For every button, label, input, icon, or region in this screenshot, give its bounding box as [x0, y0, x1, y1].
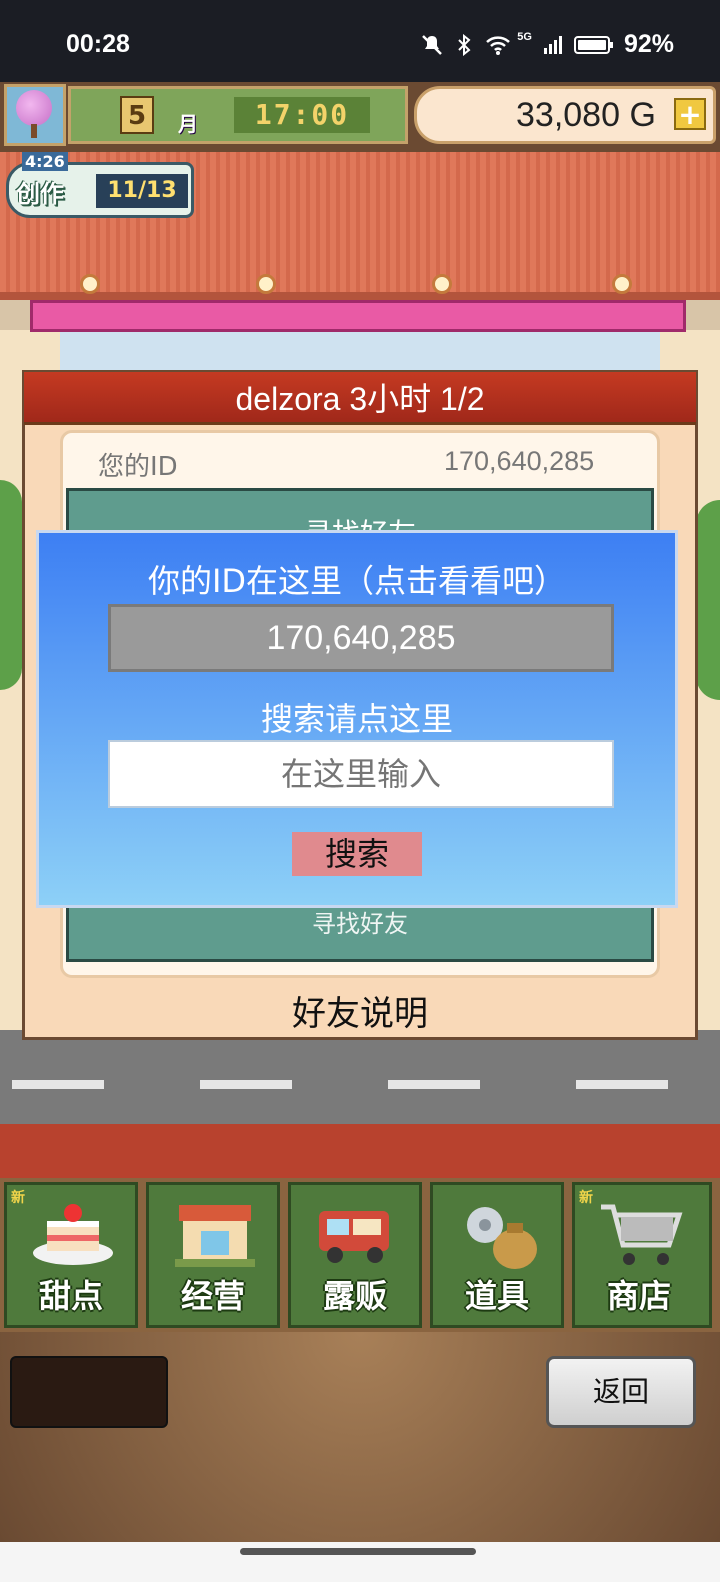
- nav-item-items[interactable]: 道具: [430, 1182, 564, 1328]
- dialog-title: delzora 3小时 1/2: [24, 372, 696, 425]
- status-icons: 5G 92%: [421, 30, 674, 59]
- red-carpet: [0, 1124, 720, 1180]
- road-line: [388, 1080, 480, 1089]
- gear-bag-icon: [467, 1207, 537, 1269]
- nav-label: 甜点: [38, 1277, 103, 1315]
- nav-item-manage[interactable]: 经营: [146, 1182, 280, 1328]
- status-bar: 00:28 5G 92%: [0, 0, 720, 82]
- status-time: 00:28: [66, 30, 130, 58]
- nav-label: 道具: [464, 1277, 529, 1315]
- signal-label: 5G: [517, 30, 532, 43]
- signal-icon: [542, 34, 564, 56]
- lamp-icon: [612, 274, 632, 294]
- road-line: [12, 1080, 104, 1089]
- lamp-icon: [256, 274, 276, 294]
- search-button[interactable]: 搜索: [292, 832, 422, 876]
- battery-percent: 92%: [623, 30, 674, 58]
- back-button[interactable]: 返回: [546, 1356, 696, 1428]
- new-badge: 新: [11, 1190, 25, 1206]
- lamp-icon: [432, 274, 452, 294]
- find-friend-label-bottom[interactable]: 寻找好友: [66, 904, 654, 939]
- tree-left: [0, 480, 22, 690]
- pointing-hand-icon: ☜: [584, 758, 615, 798]
- your-id-value: 170,640,285: [444, 446, 595, 476]
- month-number: 5: [120, 96, 154, 134]
- cart-icon: [601, 1204, 683, 1265]
- nav-item-desserts[interactable]: 新 甜点: [4, 1182, 138, 1328]
- road: [0, 1030, 720, 1125]
- nav-label: 经营: [180, 1277, 245, 1315]
- friend-explain-link[interactable]: 好友说明: [24, 986, 696, 1035]
- road-line: [576, 1080, 668, 1089]
- new-badge: 新: [579, 1190, 593, 1206]
- create-count: 11/13: [96, 174, 188, 208]
- game-clock: 17:00: [234, 97, 370, 133]
- battery-icon: [573, 34, 614, 56]
- shop-icon: [175, 1205, 255, 1267]
- find-friend-label-top: 寻找好友: [66, 512, 654, 532]
- dark-slot: [10, 1356, 168, 1428]
- overlay-id-field[interactable]: 170,640,285: [108, 604, 614, 672]
- mute-icon: [421, 34, 443, 56]
- your-id-label: 您的ID: [98, 452, 178, 482]
- shop-awning: [30, 300, 686, 332]
- nav-item-stall[interactable]: 露贩: [288, 1182, 422, 1328]
- wifi-icon: [485, 34, 511, 56]
- nav-label: 商店: [606, 1277, 671, 1315]
- tree-trunk: [31, 124, 37, 138]
- bluetooth-icon: [453, 33, 475, 56]
- create-timer: 4:26: [22, 152, 68, 171]
- home-indicator[interactable]: [240, 1548, 476, 1555]
- add-money-button[interactable]: +: [674, 98, 706, 130]
- nav-label: 露贩: [322, 1277, 387, 1315]
- create-label: 创作: [16, 180, 64, 208]
- tree-right: [696, 500, 720, 700]
- cake-icon: [33, 1204, 113, 1265]
- food-truck-icon: [319, 1211, 389, 1263]
- road-line: [200, 1080, 292, 1089]
- lamp-icon: [80, 274, 100, 294]
- roof-edge: [0, 292, 720, 300]
- month-label: 月: [178, 112, 198, 136]
- overlay-title: 你的ID在这里（点击看看吧）: [147, 562, 567, 600]
- pink-tree-icon: [16, 90, 52, 126]
- search-input[interactable]: [108, 740, 614, 808]
- nav-item-store[interactable]: 新 商店: [572, 1182, 712, 1328]
- money-amount: 33,080 G: [516, 96, 656, 134]
- search-label: 搜索请点这里: [260, 700, 453, 738]
